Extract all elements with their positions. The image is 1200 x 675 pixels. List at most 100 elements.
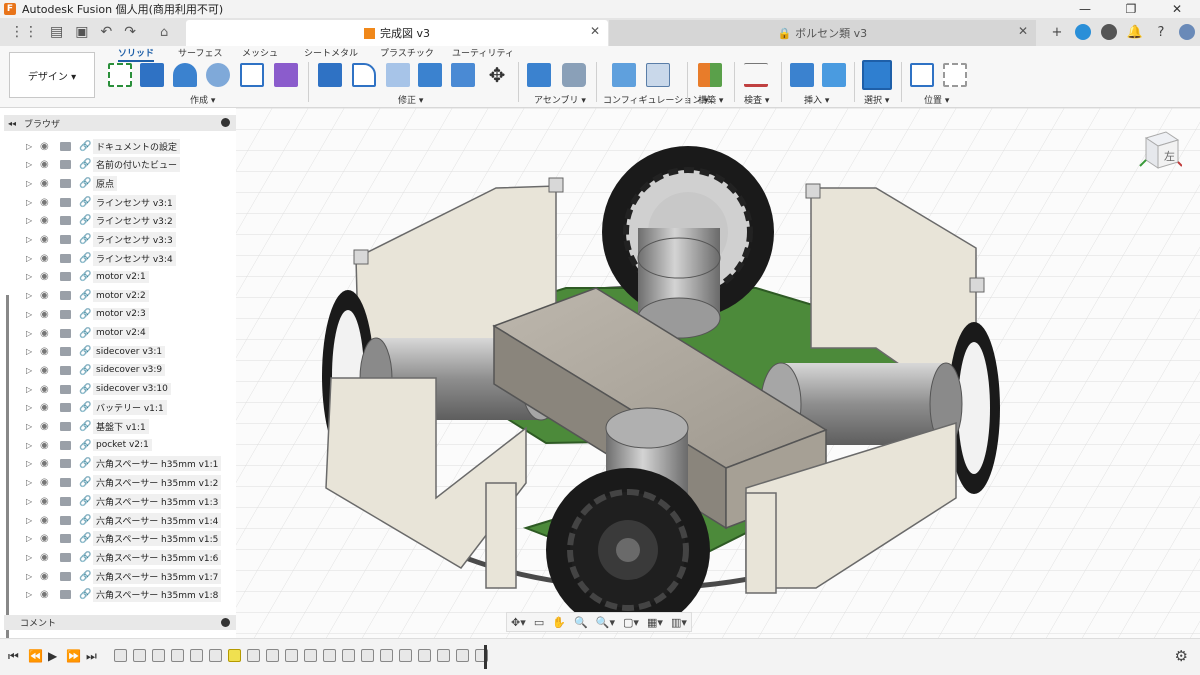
expand-icon[interactable]: ▷ <box>26 422 40 431</box>
browser-header[interactable]: ◂◂ ブラウザ <box>4 115 236 131</box>
visibility-icon[interactable]: ◉ <box>40 552 60 563</box>
tab-surface[interactable]: サーフェス <box>178 46 222 59</box>
viewcube-graphic[interactable]: 左 <box>1136 128 1183 174</box>
select-icon[interactable] <box>862 60 892 90</box>
expand-icon[interactable]: ▷ <box>26 179 40 188</box>
tab-borusen[interactable]: 🔒 ボルセン類 v3 ✕ <box>609 20 1036 46</box>
scale-icon[interactable] <box>451 63 475 87</box>
group-create[interactable]: 作成 ▾ <box>190 93 215 106</box>
workspace-switcher-button[interactable]: デザイン ▾ <box>9 52 95 98</box>
visibility-icon[interactable]: ◉ <box>40 477 60 488</box>
expand-icon[interactable]: ▷ <box>26 216 40 225</box>
visibility-icon[interactable]: ◉ <box>40 571 60 582</box>
timeline-feature-icon[interactable] <box>285 649 298 662</box>
expand-icon[interactable]: ▷ <box>26 459 40 468</box>
viewports-icon[interactable]: ▥▾ <box>671 616 687 629</box>
browser-item[interactable]: ▷ ◉ 🔗 六角スペーサー h35mm v1:3 <box>26 492 236 510</box>
timeline-feature-icon[interactable] <box>361 649 374 662</box>
browser-item[interactable]: ▷ ◉ 🔗 六角スペーサー h35mm v1:7 <box>26 567 236 585</box>
timeline-feature-icon[interactable] <box>171 649 184 662</box>
visibility-icon[interactable]: ◉ <box>40 515 60 526</box>
browser-item[interactable]: ▷ ◉ 🔗 motor v2:4 <box>26 324 236 342</box>
browser-item[interactable]: ▷ ◉ 🔗 sidecover v3:1 <box>26 343 236 361</box>
close-tab-icon[interactable]: ✕ <box>590 24 600 38</box>
combine-icon[interactable] <box>418 63 442 87</box>
visibility-icon[interactable]: ◉ <box>40 589 60 600</box>
browser-item[interactable]: ▷ ◉ 🔗 六角スペーサー h35mm v1:5 <box>26 530 236 548</box>
browser-item[interactable]: ▷ ◉ 🔗 motor v2:1 <box>26 268 236 286</box>
expand-icon[interactable]: ▷ <box>26 291 40 300</box>
expand-icon[interactable]: ▷ <box>26 516 40 525</box>
visibility-icon[interactable]: ◉ <box>40 328 60 339</box>
visibility-icon[interactable]: ◉ <box>40 496 60 507</box>
construct-plane-icon[interactable] <box>698 63 722 87</box>
look-at-icon[interactable]: ▭ <box>534 616 544 629</box>
expand-icon[interactable]: ▷ <box>26 590 40 599</box>
visibility-icon[interactable]: ◉ <box>40 440 60 451</box>
go-to-start-icon[interactable]: ⏮ <box>8 649 19 664</box>
comments-panel[interactable]: コメント <box>4 615 236 630</box>
visibility-icon[interactable]: ◉ <box>40 215 60 226</box>
expand-icon[interactable]: ▷ <box>26 366 40 375</box>
browser-item[interactable]: ▷ ◉ 🔗 ドキュメントの設定 <box>26 137 236 155</box>
group-assemble[interactable]: アセンブリ ▾ <box>534 93 586 106</box>
go-to-end-icon[interactable]: ⏭ <box>86 649 97 664</box>
expand-icon[interactable]: ▷ <box>26 272 40 281</box>
visibility-icon[interactable]: ◉ <box>40 384 60 395</box>
home-icon[interactable]: ⌂ <box>160 25 168 40</box>
expand-icon[interactable]: ▷ <box>26 235 40 244</box>
shell-icon[interactable] <box>386 63 410 87</box>
configure-icon[interactable] <box>612 63 636 87</box>
timeline-marker[interactable] <box>484 645 487 669</box>
visibility-icon[interactable]: ◉ <box>40 533 60 544</box>
browser-item[interactable]: ▷ ◉ 🔗 ラインセンサ v3:1 <box>26 193 236 211</box>
pattern-icon[interactable] <box>240 63 264 87</box>
timeline-feature-icon[interactable] <box>418 649 431 662</box>
close-window-button[interactable]: ✕ <box>1154 0 1200 18</box>
timeline-feature-icon[interactable] <box>380 649 393 662</box>
measure-icon[interactable] <box>744 63 768 87</box>
maximize-button[interactable]: ❐ <box>1108 0 1154 18</box>
insert-derive-icon[interactable] <box>790 63 814 87</box>
notifications-icon[interactable]: 🔔 <box>1122 25 1148 40</box>
step-back-icon[interactable]: ⏪ <box>28 649 43 663</box>
timeline-feature-icon[interactable] <box>133 649 146 662</box>
browser-item[interactable]: ▷ ◉ 🔗 バッテリー v1:1 <box>26 399 236 417</box>
expand-icon[interactable]: ▷ <box>26 478 40 487</box>
minimize-browser-icon[interactable] <box>221 118 230 127</box>
visibility-icon[interactable]: ◉ <box>40 309 60 320</box>
step-forward-icon[interactable]: ⏩ <box>66 649 81 663</box>
timeline-feature-icon[interactable] <box>323 649 336 662</box>
browser-item[interactable]: ▷ ◉ 🔗 motor v2:2 <box>26 287 236 305</box>
expand-icon[interactable]: ▷ <box>26 385 40 394</box>
group-select[interactable]: 選択 ▾ <box>864 93 889 106</box>
expand-icon[interactable]: ▷ <box>26 347 40 356</box>
browser-item[interactable]: ▷ ◉ 🔗 六角スペーサー h35mm v1:8 <box>26 586 236 604</box>
visibility-icon[interactable]: ◉ <box>40 253 60 264</box>
expand-icon[interactable]: ▷ <box>26 198 40 207</box>
browser-item[interactable]: ▷ ◉ 🔗 sidecover v3:10 <box>26 380 236 398</box>
browser-item[interactable]: ▷ ◉ 🔗 六角スペーサー h35mm v1:2 <box>26 474 236 492</box>
group-modify[interactable]: 修正 ▾ <box>398 93 423 106</box>
visibility-icon[interactable]: ◉ <box>40 402 60 413</box>
file-menu-icon[interactable]: ▤ <box>50 24 63 40</box>
timeline-feature-icon[interactable] <box>342 649 355 662</box>
new-tab-icon[interactable]: + <box>1044 25 1070 40</box>
create-sketch-icon[interactable] <box>108 63 132 87</box>
expand-icon[interactable]: ▷ <box>26 441 40 450</box>
insert-canvas-icon[interactable] <box>822 63 846 87</box>
new-component-icon[interactable] <box>527 63 551 87</box>
orbit-icon[interactable]: ✥▾ <box>511 616 526 629</box>
help-icon[interactable]: ? <box>1148 25 1174 40</box>
tab-kanseizu[interactable]: 完成図 v3 ✕ <box>186 20 608 46</box>
visibility-icon[interactable]: ◉ <box>40 458 60 469</box>
timeline-feature-icon[interactable] <box>209 649 222 662</box>
revolve-icon[interactable] <box>173 63 197 87</box>
app-grid-icon[interactable]: ⋮⋮ <box>10 24 38 40</box>
viewcube[interactable]: 左 <box>1136 128 1183 174</box>
browser-item[interactable]: ▷ ◉ 🔗 motor v2:3 <box>26 305 236 323</box>
play-icon[interactable]: ▶ <box>48 649 57 663</box>
expand-icon[interactable]: ▷ <box>26 403 40 412</box>
visibility-icon[interactable]: ◉ <box>40 178 60 189</box>
expand-icon[interactable]: ▷ <box>26 572 40 581</box>
